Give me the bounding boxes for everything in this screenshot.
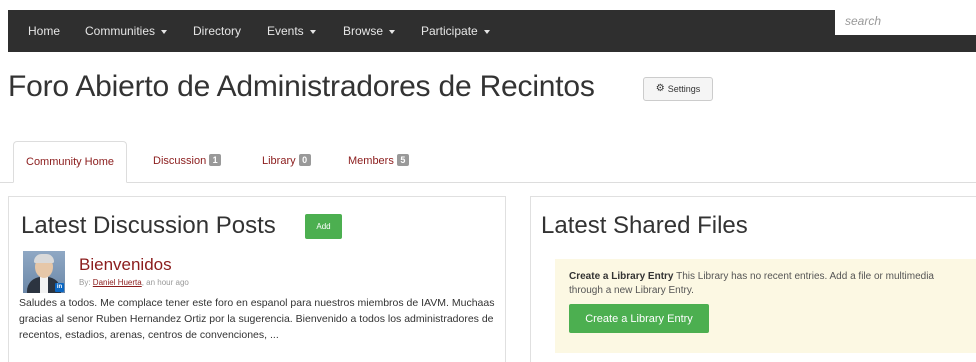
- avatar[interactable]: in: [23, 251, 65, 293]
- nav-communities-label: Communities: [85, 24, 156, 38]
- post-title[interactable]: Bienvenidos: [79, 255, 172, 275]
- linkedin-icon: in: [55, 283, 64, 292]
- discussion-heading: Latest Discussion Posts: [21, 212, 276, 239]
- nav-home-label: Home: [28, 24, 61, 38]
- tab-discussion[interactable]: Discussion 1: [153, 141, 222, 183]
- caret-down-icon: [309, 29, 316, 34]
- tab-members-label: Members: [348, 155, 394, 167]
- nav-participate[interactable]: Participate: [421, 10, 490, 52]
- nav-events-label: Events: [267, 24, 304, 38]
- tab-discussion-label: Discussion: [153, 155, 207, 167]
- post-by-label: By:: [79, 278, 91, 287]
- notice-title: Create a Library Entry: [569, 271, 674, 282]
- shared-files-panel: Latest Shared Files Create a Library Ent…: [530, 196, 976, 362]
- page-title: Foro Abierto de Administradores de Recin…: [8, 70, 595, 103]
- tab-members[interactable]: Members 5: [348, 141, 409, 183]
- nav-home[interactable]: Home: [28, 10, 60, 52]
- count-badge: 1: [209, 154, 222, 166]
- avatar-shirt: [40, 277, 48, 293]
- create-library-entry-button[interactable]: Create a Library Entry: [569, 304, 709, 333]
- count-badge: 5: [396, 154, 409, 166]
- shared-files-heading: Latest Shared Files: [541, 212, 748, 239]
- settings-button[interactable]: ⚙ Settings: [643, 77, 713, 101]
- count-badge: 0: [298, 154, 311, 166]
- top-navbar: Home Communities Directory Events Browse…: [8, 10, 976, 52]
- tab-library-label: Library: [262, 155, 296, 167]
- gear-icon: ⚙: [655, 83, 665, 94]
- nav-browse-label: Browse: [343, 24, 384, 38]
- post-excerpt: Saludes a todos. Me complace tener este …: [19, 297, 495, 341]
- caret-down-icon: [161, 29, 168, 34]
- search-input[interactable]: [835, 7, 976, 35]
- caret-down-icon: [483, 29, 490, 34]
- nav-participate-label: Participate: [421, 24, 478, 38]
- post-time: , an hour ago: [141, 278, 189, 287]
- tab-community-home[interactable]: Community Home: [13, 141, 128, 183]
- nav-browse[interactable]: Browse: [343, 10, 396, 52]
- add-post-button[interactable]: Add: [305, 214, 342, 239]
- notice-text: Create a Library Entry This Library has …: [569, 270, 969, 298]
- caret-down-icon: [389, 29, 396, 34]
- nav-directory-label: Directory: [193, 24, 242, 38]
- nav-events[interactable]: Events: [267, 10, 316, 52]
- tab-library[interactable]: Library 0: [262, 141, 311, 183]
- avatar-hair: [34, 254, 54, 263]
- nav-directory[interactable]: Directory: [193, 10, 241, 52]
- post-author-link[interactable]: Daniel Huerta: [93, 278, 142, 287]
- nav-communities[interactable]: Communities: [85, 10, 168, 52]
- discussion-panel: Latest Discussion Posts Add in Bienvenid…: [8, 196, 506, 362]
- tabs-divider: [0, 182, 976, 183]
- empty-library-notice: Create a Library Entry This Library has …: [555, 259, 976, 353]
- post-meta: By: Daniel Huerta, an hour ago: [79, 278, 189, 287]
- tab-community-home-label: Community Home: [26, 156, 115, 168]
- settings-label: Settings: [667, 84, 701, 94]
